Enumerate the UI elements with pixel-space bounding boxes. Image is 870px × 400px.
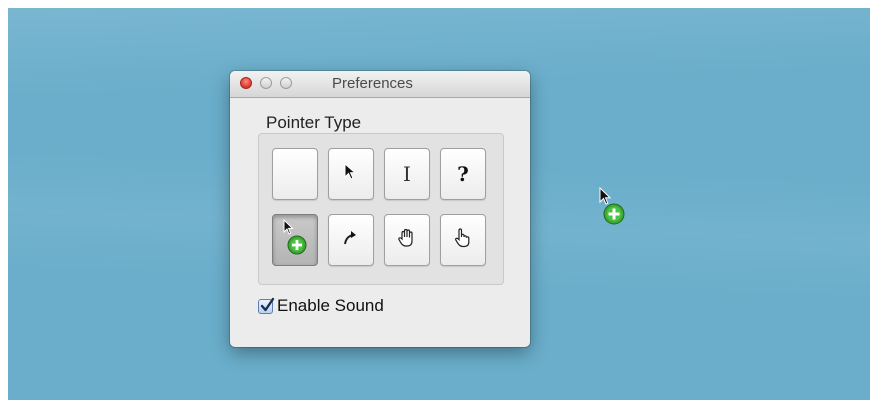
close-window-button[interactable] <box>240 77 252 89</box>
copy-cursor-pointer <box>598 186 630 237</box>
pointer-type-group: I ? <box>258 133 504 285</box>
enable-sound-label: Enable Sound <box>277 296 384 315</box>
minimize-window-button[interactable] <box>260 77 272 89</box>
pointing-hand-icon <box>452 227 474 254</box>
enable-sound-checkbox[interactable] <box>258 297 275 314</box>
text-cursor-icon: I <box>403 162 411 186</box>
pointer-button-point[interactable] <box>440 214 486 266</box>
pointer-type-label: Pointer Type <box>266 113 362 132</box>
pointer-button-ibeam[interactable]: I <box>384 148 430 200</box>
pointer-button-copy[interactable] <box>272 214 318 266</box>
pointer-button-help[interactable]: ? <box>440 148 486 200</box>
question-icon: ? <box>457 162 469 186</box>
window-title: Preferences <box>332 75 413 92</box>
pointer-button-alias[interactable] <box>328 214 374 266</box>
pointer-button-blank[interactable] <box>272 148 318 200</box>
zoom-window-button[interactable] <box>280 77 292 89</box>
open-hand-icon <box>396 227 418 254</box>
title-bar[interactable]: Preferences <box>230 71 530 98</box>
checkmark-icon <box>260 297 275 311</box>
arrow-pointer-icon <box>344 162 358 186</box>
pointer-button-grab[interactable] <box>384 214 430 266</box>
pointer-button-arrow[interactable] <box>328 148 374 200</box>
preferences-window: Preferences Pointer Type I ? Enable Soun… <box>230 71 530 347</box>
copy-cursor-icon <box>598 186 630 236</box>
desktop-background: Preferences Pointer Type I ? Enable Soun… <box>8 8 870 400</box>
copy-cursor-icon <box>280 218 310 263</box>
enable-sound-row[interactable]: Enable Sound <box>258 296 384 316</box>
alias-cursor-icon <box>341 228 361 253</box>
